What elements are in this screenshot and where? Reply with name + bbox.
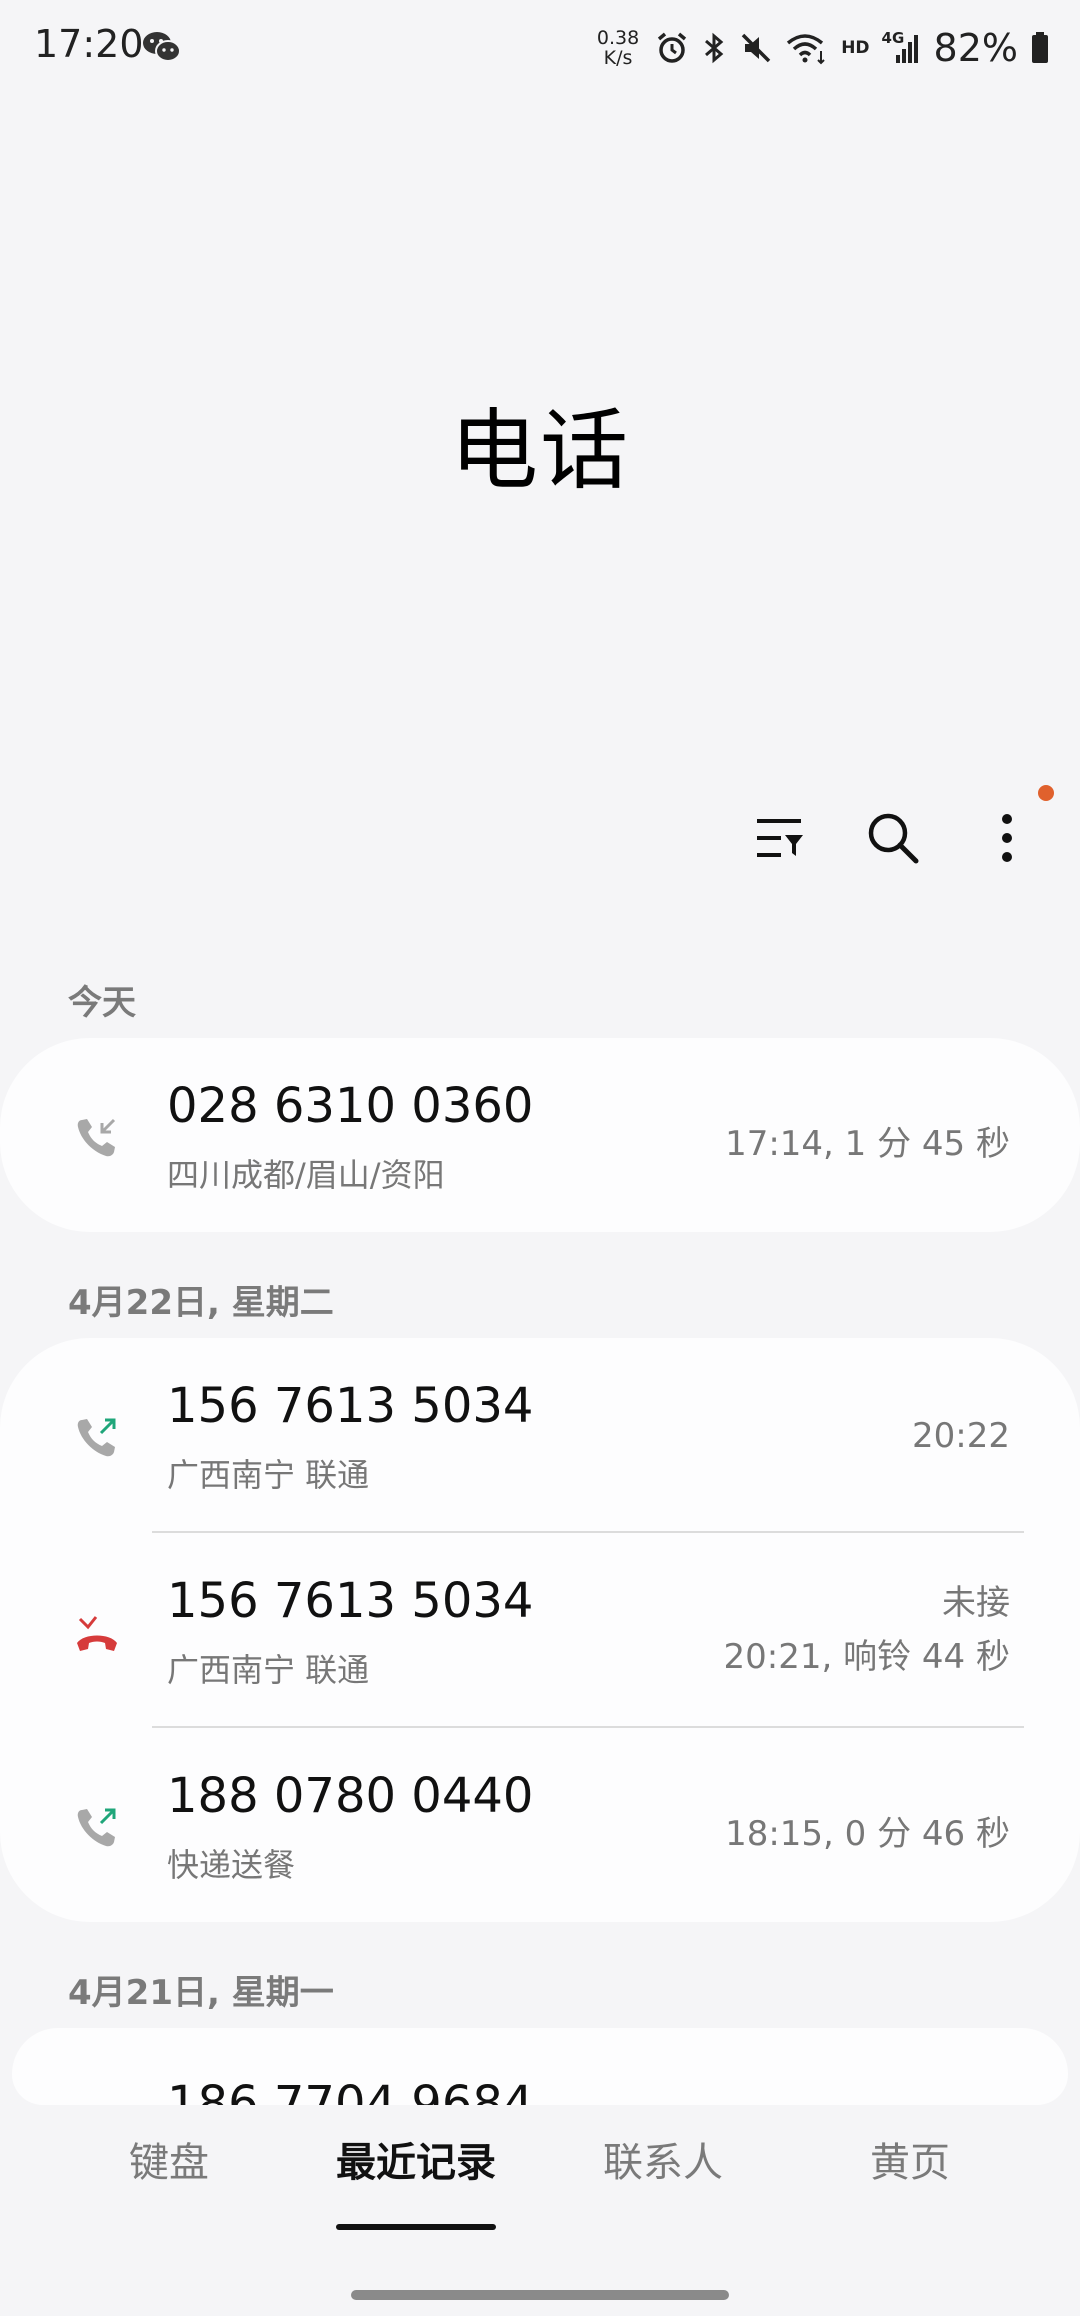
outgoing-call-icon (77, 1418, 116, 1457)
call-number[interactable]: 186 7704 9684 (167, 2076, 533, 2105)
filter-icon (757, 819, 803, 857)
call-number: 028 6310 0360 (167, 1078, 534, 1134)
page-title: 电话 (449, 399, 630, 502)
call-location: 广西南宁 联通 (167, 1456, 370, 1494)
hd-indicator: HD (841, 38, 870, 58)
speed-unit: K/s (603, 47, 633, 69)
section-header-apr21: 4月21日, 星期一 (68, 1973, 334, 2013)
status-time: 17:20 (34, 22, 144, 66)
call-log-row[interactable]: 156 7613 5034 广西南宁 联通 未接 20:21, 响铃 44 秒 (0, 1533, 1080, 1727)
call-log-card-partial: 186 7704 9684 (12, 2028, 1068, 2105)
more-options-button[interactable] (974, 785, 1054, 871)
call-number: 156 7613 5034 (167, 1378, 534, 1434)
incoming-call-icon (77, 1118, 116, 1157)
call-meta: 20:21, 响铃 44 秒 (723, 1637, 1010, 1677)
alarm-icon (658, 32, 687, 63)
outgoing-call-icon (77, 1808, 116, 1847)
call-location: 快递送餐 (167, 1846, 296, 1884)
filter-button[interactable] (746, 805, 812, 871)
bottom-navigation: 键盘 最近记录 联系人 黄页 (0, 2110, 1080, 2230)
call-meta: 20:22 (912, 1416, 1010, 1456)
section-header-today: 今天 (68, 983, 136, 1023)
call-meta: 18:15, 0 分 46 秒 (725, 1814, 1010, 1854)
call-number: 156 7613 5034 (167, 1573, 534, 1629)
tab-yellow-pages[interactable]: 黄页 (870, 2130, 950, 2188)
call-meta: 17:14, 1 分 45 秒 (725, 1124, 1010, 1164)
missed-call-icon (77, 1616, 117, 1651)
toolbar (746, 785, 1054, 871)
bluetooth-icon (705, 32, 724, 64)
battery-icon (1032, 32, 1048, 63)
home-indicator[interactable] (351, 2290, 729, 2300)
active-tab-indicator (336, 2224, 496, 2230)
call-number: 188 0780 0440 (167, 1768, 534, 1824)
tab-contacts[interactable]: 联系人 (603, 2130, 723, 2188)
tab-keypad[interactable]: 键盘 (129, 2130, 209, 2188)
call-log-card: 028 6310 0360 四川成都/眉山/资阳 17:14, 1 分 45 秒 (0, 1038, 1080, 1232)
search-icon (868, 813, 919, 864)
call-log-row[interactable]: 156 7613 5034 广西南宁 联通 20:22 (0, 1338, 1080, 1532)
wechat-icon (143, 32, 181, 62)
more-options-icon (1002, 814, 1012, 862)
call-log-card: 156 7613 5034 广西南宁 联通 20:22 156 7613 503… (0, 1338, 1080, 1922)
signal-icon: 4G (882, 29, 922, 65)
search-button[interactable] (860, 805, 926, 871)
call-log-row[interactable]: 028 6310 0360 四川成都/眉山/资阳 17:14, 1 分 45 秒 (0, 1038, 1080, 1232)
call-log-row[interactable]: 188 0780 0440 快递送餐 18:15, 0 分 46 秒 (0, 1728, 1080, 1922)
tab-recents[interactable]: 最近记录 (336, 2130, 496, 2188)
phone-app-screen: 17:20 0.38 K/s HD 4G 82% 电话 今天 028 6310 … (0, 0, 1080, 2316)
notification-dot (1038, 785, 1054, 801)
network-speed: 0.38 K/s (597, 28, 639, 68)
section-header-apr22: 4月22日, 星期二 (68, 1283, 334, 1323)
speed-value: 0.38 (596, 27, 640, 49)
battery-percent: 82% (933, 26, 1018, 70)
status-bar: 17:20 0.38 K/s HD 4G 82% (0, 0, 1080, 95)
mute-icon (741, 33, 771, 63)
wifi-icon (787, 34, 825, 65)
call-location: 四川成都/眉山/资阳 (167, 1156, 445, 1194)
call-status: 未接 (942, 1583, 1010, 1623)
status-icons: 0.38 K/s HD 4G 82% (597, 20, 1050, 76)
call-location: 广西南宁 联通 (167, 1651, 370, 1689)
